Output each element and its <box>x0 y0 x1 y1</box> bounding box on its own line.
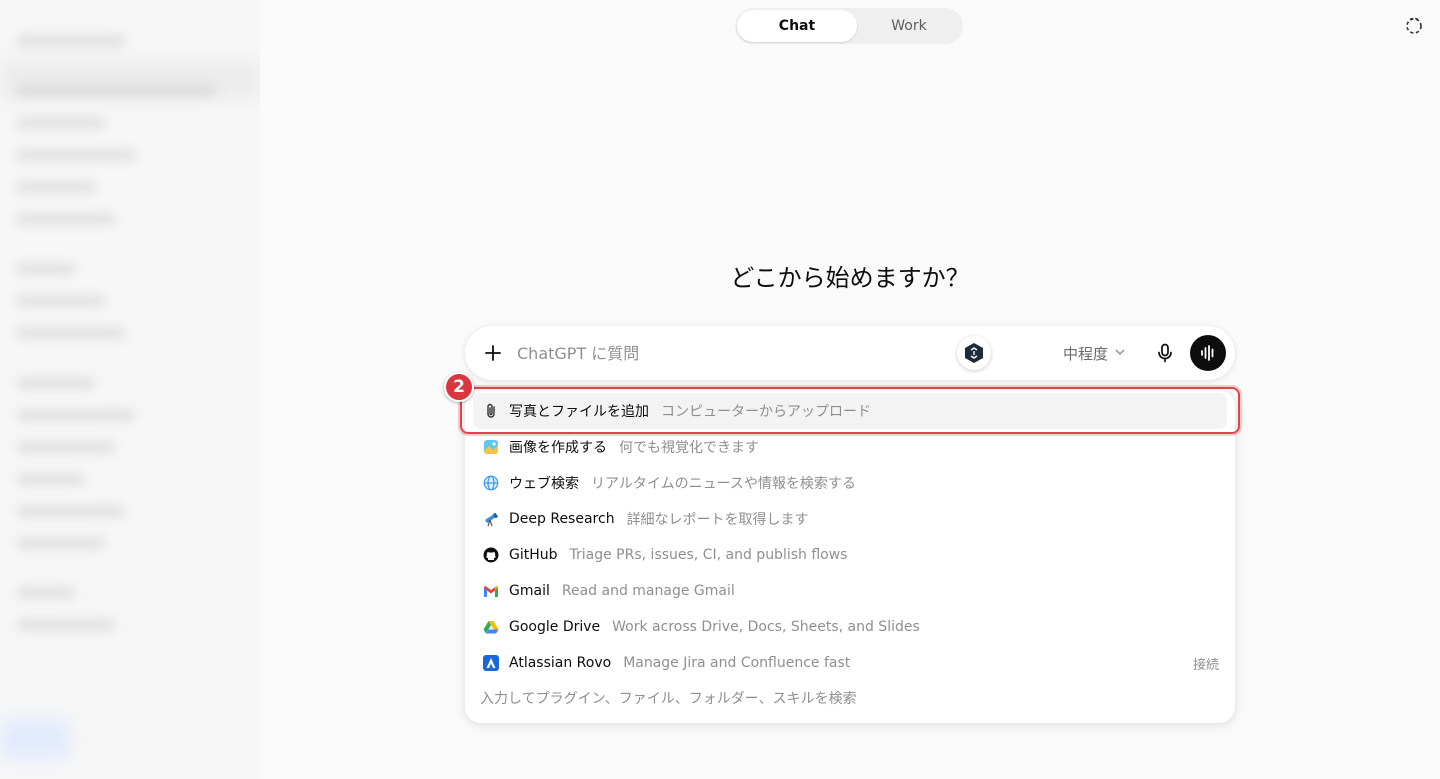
menu-search-hint: 入力してプラグイン、ファイル、フォルダー、スキルを検索 <box>480 691 857 707</box>
tab-chat[interactable]: Chat <box>737 10 857 42</box>
chevron-down-icon <box>1114 344 1126 362</box>
prompt-input[interactable] <box>517 340 897 366</box>
menu-item-github[interactable]: GitHub Triage PRs, issues, CI, and publi… <box>473 537 1227 573</box>
mode-switch: Chat Work <box>735 8 963 44</box>
telescope-icon <box>483 511 499 527</box>
plus-icon[interactable] <box>481 341 505 365</box>
gmail-icon <box>483 583 499 599</box>
github-icon <box>483 547 499 563</box>
menu-item-gmail[interactable]: Gmail Read and manage Gmail <box>473 573 1227 609</box>
attach-menu: 写真とファイルを追加 コンピューターからアップロード 画像を作成する 何でも視覚… <box>465 390 1235 723</box>
temporary-chat-icon[interactable] <box>1404 16 1424 36</box>
image-create-icon <box>483 439 499 455</box>
paperclip-icon <box>483 403 499 419</box>
menu-item-google-drive[interactable]: Google Drive Work across Drive, Docs, Sh… <box>473 609 1227 645</box>
globe-icon <box>483 475 499 491</box>
menu-item-add-files[interactable]: 写真とファイルを追加 コンピューターからアップロード <box>473 393 1227 429</box>
menu-item-atlassian-rovo[interactable]: Atlassian Rovo Manage Jira and Confluenc… <box>473 645 1227 681</box>
atlassian-icon <box>483 655 499 671</box>
sidebar <box>0 0 260 779</box>
page-title: どこから始めますか？ <box>730 264 970 292</box>
menu-item-create-image[interactable]: 画像を作成する 何でも視覚化できます <box>473 429 1227 465</box>
google-drive-icon <box>483 619 499 635</box>
composer: 中程度 <box>465 326 1235 380</box>
annotation-number-badge: 2 <box>444 372 474 402</box>
connect-button[interactable]: 接続 <box>1193 654 1219 673</box>
effort-label: 中程度 <box>1063 344 1109 363</box>
effort-selector[interactable]: 中程度 <box>1063 342 1126 364</box>
voice-mode-icon[interactable] <box>1190 335 1226 371</box>
extension-icon[interactable] <box>957 336 991 370</box>
menu-item-web-search[interactable]: ウェブ検索 リアルタイムのニュースや情報を検索する <box>473 465 1227 501</box>
tab-work[interactable]: Work <box>857 10 961 42</box>
menu-item-deep-research[interactable]: Deep Research 詳細なレポートを取得します <box>473 501 1227 537</box>
microphone-icon[interactable] <box>1153 341 1177 365</box>
